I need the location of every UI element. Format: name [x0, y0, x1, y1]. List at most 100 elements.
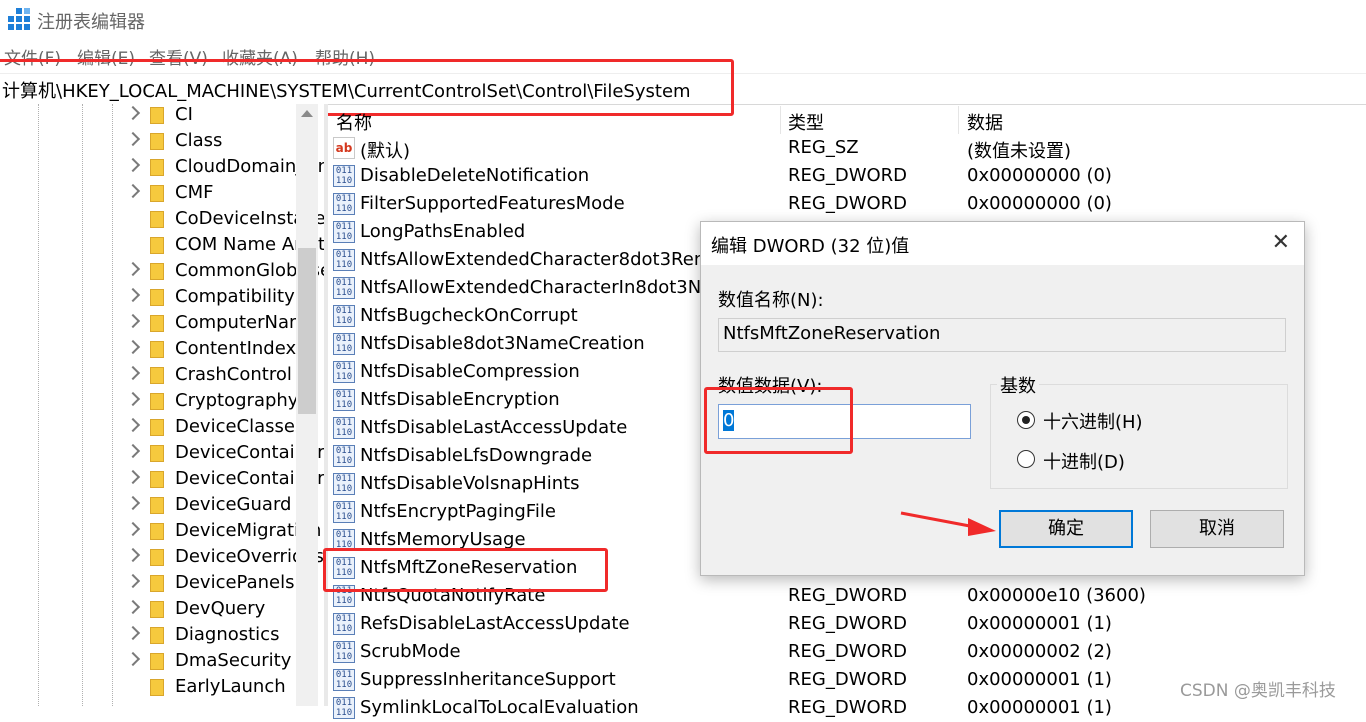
scroll-up-arrow-icon[interactable]: [301, 110, 313, 117]
tree-item[interactable]: Diagnostics: [125, 623, 298, 649]
tree-item[interactable]: Class: [125, 129, 298, 155]
tree-item[interactable]: EarlyLaunch: [128, 675, 298, 701]
dialog-title-bar: 编辑 DWORD (32 位)值 ✕: [701, 222, 1304, 265]
tree-scrollbar[interactable]: [296, 104, 318, 706]
chevron-right-icon[interactable]: [125, 417, 141, 433]
chevron-right-icon[interactable]: [125, 365, 141, 381]
tree-item-label: DeviceClasses: [175, 416, 305, 437]
value-row[interactable]: 011 110 RefsDisableLastAccessUpdate REG_DWO…: [330, 610, 1366, 638]
radio-hex[interactable]: [1017, 411, 1035, 429]
tree-item[interactable]: DmaSecurity: [125, 649, 298, 675]
key-tree-pane[interactable]: CI Class CloudDomainJoinCMF CoDeviceInstall…: [0, 104, 324, 706]
value-name: NtfsMftZoneReservation: [360, 557, 578, 578]
chevron-right-icon[interactable]: [125, 261, 141, 277]
tree-item[interactable]: DeviceGuard: [125, 493, 298, 519]
chevron-right-icon[interactable]: [125, 131, 141, 147]
chevron-right-icon[interactable]: [125, 469, 141, 485]
chevron-right-icon[interactable]: [125, 547, 141, 563]
address-path[interactable]: 计算机\HKEY_LOCAL_MACHINE\SYSTEM\CurrentCon…: [2, 77, 691, 103]
binary-value-icon: 011 110: [333, 277, 355, 299]
chevron-right-icon[interactable]: [125, 391, 141, 407]
value-row[interactable]: 011 110 NtfsQuotaNotifyRate REG_DWORD 0x0000…: [330, 582, 1366, 610]
radio-dec[interactable]: [1017, 450, 1035, 468]
tree-item[interactable]: DeviceContainerPropertyUpdateEvents: [125, 441, 324, 467]
radio-dec-label[interactable]: 十进制(D): [1043, 448, 1125, 474]
menu-view[interactable]: 查看(V): [149, 44, 208, 69]
value-name: NtfsBugcheckOnCorrupt: [360, 305, 578, 326]
value-data-label: 数值数据(V):: [718, 376, 823, 397]
value-data: 0x00000001 (1): [967, 613, 1112, 634]
chevron-right-icon[interactable]: [125, 495, 141, 511]
chevron-right-icon[interactable]: [125, 573, 141, 589]
tree-item[interactable]: CrashControl: [125, 363, 298, 389]
tree-item[interactable]: CloudDomainJoin: [125, 155, 324, 181]
pane-splitter[interactable]: [324, 104, 328, 706]
binary-value-icon: 011 110: [333, 249, 355, 271]
chevron-right-icon[interactable]: [125, 183, 141, 199]
tree-item[interactable]: Compatibility: [125, 285, 298, 311]
tree-item[interactable]: ComputerName: [125, 311, 318, 337]
chevron-right-icon[interactable]: [125, 313, 141, 329]
tree-item[interactable]: DeviceClasses: [125, 415, 304, 441]
menu-file[interactable]: 文件(F): [4, 44, 61, 69]
value-data: 0x00000000 (0): [967, 193, 1112, 214]
cancel-button[interactable]: 取消: [1150, 510, 1284, 548]
chevron-right-icon[interactable]: [125, 651, 141, 667]
menu-favorites[interactable]: 收藏夹(A): [222, 44, 298, 69]
tree-item-label: DevQuery: [175, 598, 266, 619]
chevron-right-icon[interactable]: [125, 157, 141, 173]
value-name: RefsDisableLastAccessUpdate: [360, 613, 630, 634]
menu-bar: 文件(F) 编辑(E) 查看(V) 收藏夹(A) 帮助(H): [0, 44, 1366, 69]
tree-item[interactable]: CommonGlobUserSettings: [125, 259, 324, 285]
column-separator[interactable]: [958, 106, 959, 134]
binary-value-icon: 011 110: [333, 557, 355, 579]
close-icon[interactable]: ✕: [1272, 230, 1290, 255]
tree-guide-line: [112, 104, 113, 706]
scroll-thumb[interactable]: [298, 248, 316, 414]
tree-item[interactable]: DeviceContainers: [125, 467, 324, 493]
column-data-header[interactable]: 数据: [967, 109, 1003, 135]
tree-item-label: Class: [175, 130, 223, 151]
tree-item[interactable]: CI: [125, 104, 298, 129]
tree-item[interactable]: CoDeviceInstallers: [128, 207, 324, 233]
folder-icon: [150, 653, 164, 670]
chevron-right-icon[interactable]: [125, 521, 141, 537]
tree-item[interactable]: DeviceMigration: [125, 519, 321, 545]
address-bar[interactable]: 计算机\HKEY_LOCAL_MACHINE\SYSTEM\CurrentCon…: [0, 73, 1366, 105]
column-separator[interactable]: [780, 106, 781, 134]
chevron-right-icon[interactable]: [125, 105, 141, 121]
value-name: DisableDeleteNotification: [360, 165, 590, 186]
chevron-right-icon[interactable]: [125, 599, 141, 615]
column-name-header[interactable]: 名称: [336, 109, 372, 135]
title-bar: 注册表编辑器: [0, 0, 1366, 40]
folder-icon: [150, 601, 164, 618]
value-row[interactable]: 011 110 DisableDeleteNotification REG_DWORD…: [330, 162, 1366, 190]
value-type: REG_DWORD: [788, 165, 908, 186]
tree-item[interactable]: DevicePanels: [125, 571, 298, 597]
tree-item[interactable]: COM Name Arbiter: [128, 233, 324, 259]
tree-item[interactable]: DeviceOverrides: [125, 545, 324, 571]
value-type: REG_DWORD: [788, 669, 908, 690]
menu-edit[interactable]: 编辑(E): [77, 44, 135, 69]
value-data: 0x00000001 (1): [967, 669, 1112, 690]
chevron-right-icon[interactable]: [125, 287, 141, 303]
tree-item[interactable]: Cryptography: [125, 389, 298, 415]
value-name-field[interactable]: NtfsMftZoneReservation: [718, 318, 1286, 352]
value-row[interactable]: ab (默认) REG_SZ (数值未设置): [330, 134, 1366, 162]
radio-hex-label[interactable]: 十六进制(H): [1043, 408, 1143, 434]
chevron-right-icon[interactable]: [125, 443, 141, 459]
folder-icon: [150, 549, 164, 566]
tree-item[interactable]: CMF: [125, 181, 298, 207]
tree-item[interactable]: ContentIndex: [125, 337, 298, 363]
value-data-text[interactable]: 0: [723, 410, 735, 431]
column-type-header[interactable]: 类型: [788, 109, 824, 135]
menu-help[interactable]: 帮助(H): [315, 44, 375, 69]
chevron-right-icon[interactable]: [125, 625, 141, 641]
folder-icon: [150, 211, 164, 228]
ok-button[interactable]: 确定: [999, 510, 1133, 548]
tree-item[interactable]: DevQuery: [125, 597, 298, 623]
value-row[interactable]: 011 110 FilterSupportedFeaturesMode REG_DWO…: [330, 190, 1366, 218]
chevron-right-icon[interactable]: [125, 339, 141, 355]
value-data-input[interactable]: 0: [718, 404, 971, 439]
value-row[interactable]: 011 110 ScrubMode REG_DWORD 0x00000002 (2): [330, 638, 1366, 666]
